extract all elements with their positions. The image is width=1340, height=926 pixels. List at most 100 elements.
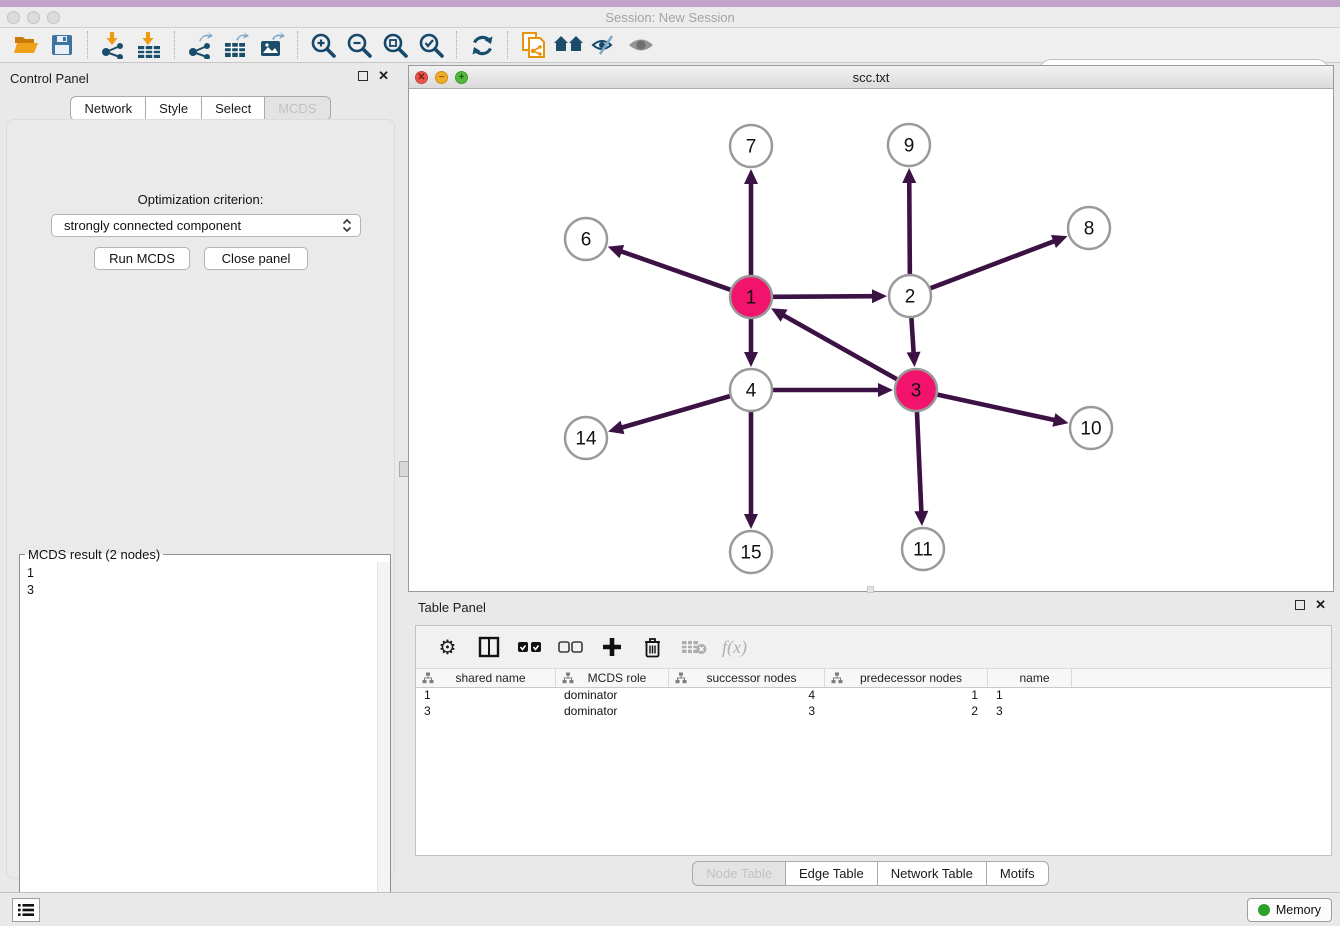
open-session-button[interactable] bbox=[8, 29, 44, 61]
graph-edge-1-7[interactable] bbox=[744, 169, 758, 275]
close-panel-button[interactable]: Close panel bbox=[204, 247, 308, 270]
graph-edge-4-15[interactable] bbox=[744, 412, 758, 529]
cell[interactable]: 2 bbox=[825, 704, 988, 720]
export-table-button[interactable] bbox=[218, 29, 254, 61]
split-divider[interactable] bbox=[401, 65, 408, 592]
graph-edge-1-4[interactable] bbox=[744, 319, 758, 367]
graph-node-10[interactable]: 10 bbox=[1070, 407, 1112, 449]
cell[interactable]: dominator bbox=[556, 688, 669, 704]
graph-edge-2-9[interactable] bbox=[902, 168, 916, 274]
mcds-result-text[interactable]: 1 3 bbox=[20, 562, 390, 926]
zoom-in-button[interactable] bbox=[305, 29, 341, 61]
graph-node-4[interactable]: 4 bbox=[730, 369, 772, 411]
graph-edge-2-8[interactable] bbox=[931, 235, 1068, 288]
table-row[interactable]: 3dominator323 bbox=[416, 704, 1331, 720]
graph-node-14[interactable]: 14 bbox=[565, 417, 607, 459]
network-window-titlebar[interactable]: ✕ − + scc.txt bbox=[409, 66, 1333, 89]
column-header-filler bbox=[1072, 669, 1331, 687]
table-tab-edge-table[interactable]: Edge Table bbox=[786, 861, 878, 886]
tab-style[interactable]: Style bbox=[146, 96, 202, 121]
clone-network-icon bbox=[520, 31, 547, 59]
clone-network-button[interactable] bbox=[515, 29, 551, 61]
memory-status-dot bbox=[1258, 904, 1270, 916]
hide-selected-button[interactable] bbox=[587, 29, 623, 61]
import-network-button[interactable] bbox=[95, 29, 131, 61]
svg-text:2: 2 bbox=[905, 287, 916, 308]
mcds-tab-content: Optimization criterion: strongly connect… bbox=[6, 119, 395, 879]
graph-node-1[interactable]: 1 bbox=[730, 276, 772, 318]
run-mcds-button[interactable]: Run MCDS bbox=[94, 247, 190, 270]
import-table-button[interactable] bbox=[131, 29, 167, 61]
close-panel-icon[interactable]: ✕ bbox=[378, 71, 389, 81]
apply-function-button[interactable]: f(x) bbox=[716, 630, 753, 664]
graph-node-7[interactable]: 7 bbox=[730, 125, 772, 167]
tab-mcds[interactable]: MCDS bbox=[265, 96, 330, 121]
graph-edge-4-14[interactable] bbox=[608, 396, 730, 434]
close-table-panel-icon[interactable]: ✕ bbox=[1315, 600, 1326, 610]
select-all-button[interactable] bbox=[511, 630, 548, 664]
result-scrollbar[interactable] bbox=[377, 562, 390, 926]
zoom-selected-button[interactable] bbox=[413, 29, 449, 61]
cell[interactable]: dominator bbox=[556, 704, 669, 720]
table-row[interactable]: 1dominator411 bbox=[416, 688, 1331, 704]
graph-node-6[interactable]: 6 bbox=[565, 218, 607, 260]
graph-edge-3-10[interactable] bbox=[937, 395, 1068, 427]
add-row-button[interactable] bbox=[593, 630, 630, 664]
graph-edge-2-3[interactable] bbox=[907, 318, 921, 367]
graph-edge-3-11[interactable] bbox=[914, 412, 928, 526]
refresh-layout-button[interactable] bbox=[464, 29, 500, 61]
tab-select[interactable]: Select bbox=[202, 96, 265, 121]
cell[interactable]: 1 bbox=[825, 688, 988, 704]
table-panel: Table Panel ✕ ⚙ bbox=[401, 594, 1340, 892]
graph-node-2[interactable]: 2 bbox=[889, 275, 931, 317]
graph-node-15[interactable]: 15 bbox=[730, 531, 772, 573]
criterion-dropdown[interactable]: strongly connected component bbox=[51, 214, 361, 237]
cell[interactable]: 1 bbox=[988, 688, 1072, 704]
graph-node-9[interactable]: 9 bbox=[888, 124, 930, 166]
column-header-shared-name[interactable]: shared name bbox=[416, 669, 556, 687]
deselect-all-button[interactable] bbox=[552, 630, 589, 664]
titlebar[interactable]: Session: New Session bbox=[0, 7, 1340, 28]
graph-node-8[interactable]: 8 bbox=[1068, 207, 1110, 249]
task-history-button[interactable] bbox=[12, 898, 40, 922]
export-network-button[interactable] bbox=[182, 29, 218, 61]
column-type-icon bbox=[422, 672, 434, 684]
column-header-MCDS-role[interactable]: MCDS role bbox=[556, 669, 669, 687]
delete-row-button[interactable] bbox=[634, 630, 671, 664]
tab-network[interactable]: Network bbox=[70, 96, 146, 121]
column-header-successor-nodes[interactable]: successor nodes bbox=[669, 669, 825, 687]
zoom-out-icon bbox=[346, 32, 373, 59]
eye-slash-icon bbox=[590, 33, 620, 57]
show-all-button[interactable] bbox=[623, 29, 659, 61]
delete-table-button[interactable] bbox=[675, 630, 712, 664]
graph-node-3[interactable]: 3 bbox=[895, 369, 937, 411]
zoom-out-button[interactable] bbox=[341, 29, 377, 61]
network-canvas[interactable]: 7 9 6 8 1 2 4 3 14 10 15 11 bbox=[409, 89, 1333, 591]
cell[interactable]: 3 bbox=[669, 704, 825, 720]
zoom-fit-button[interactable] bbox=[377, 29, 413, 61]
cell[interactable]: 1 bbox=[416, 688, 556, 704]
export-image-button[interactable] bbox=[254, 29, 290, 61]
table-tab-network-table[interactable]: Network Table bbox=[878, 861, 987, 886]
cell[interactable]: 3 bbox=[416, 704, 556, 720]
column-header-name[interactable]: name bbox=[988, 669, 1072, 687]
table-settings-button[interactable]: ⚙ bbox=[429, 630, 466, 664]
table-tab-node-table[interactable]: Node Table bbox=[692, 861, 786, 886]
float-panel-icon[interactable] bbox=[358, 71, 368, 81]
graph-edge-1-6[interactable] bbox=[608, 245, 731, 290]
show-columns-button[interactable] bbox=[470, 630, 507, 664]
checked-boxes-icon bbox=[517, 641, 543, 653]
graph-node-11[interactable]: 11 bbox=[902, 528, 944, 570]
graph-edge-4-3[interactable] bbox=[773, 383, 893, 397]
graph-edge-1-2[interactable] bbox=[773, 289, 887, 303]
home-layout-button[interactable] bbox=[551, 29, 587, 61]
float-table-panel-icon[interactable] bbox=[1295, 600, 1305, 610]
cell[interactable]: 3 bbox=[988, 704, 1072, 720]
column-header-predecessor-nodes[interactable]: predecessor nodes bbox=[825, 669, 988, 687]
canvas-resize-grip[interactable] bbox=[867, 586, 874, 593]
table-tab-motifs[interactable]: Motifs bbox=[987, 861, 1049, 886]
cell[interactable]: 4 bbox=[669, 688, 825, 704]
save-session-button[interactable] bbox=[44, 29, 80, 61]
graph-edge-3-1[interactable] bbox=[771, 308, 897, 379]
memory-button[interactable]: Memory bbox=[1247, 898, 1332, 922]
